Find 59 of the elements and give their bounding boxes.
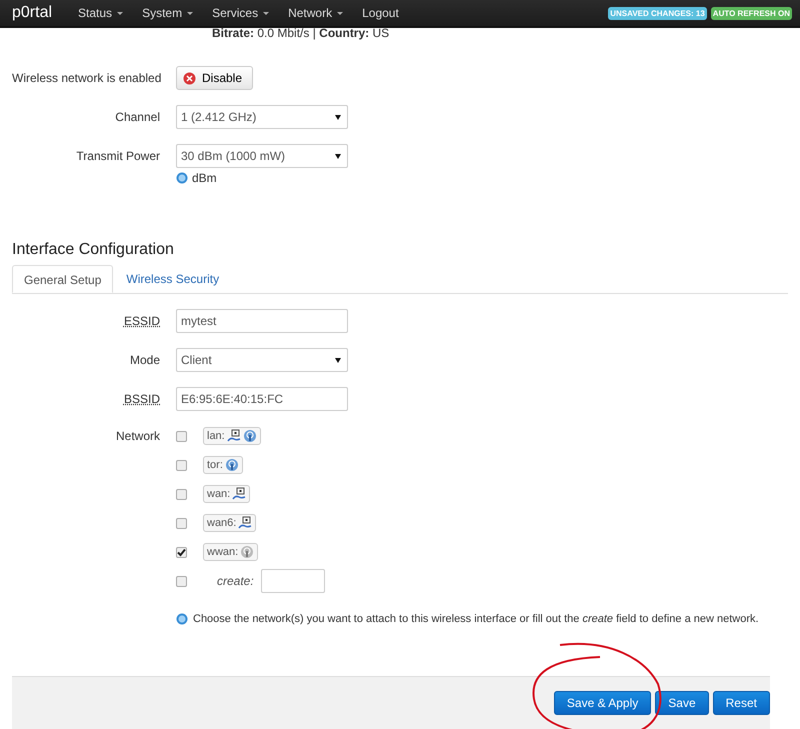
network-tag: lan: (203, 427, 261, 445)
stop-icon (183, 72, 196, 84)
create-field[interactable] (260, 569, 325, 593)
computer-icon (232, 487, 246, 501)
network-tag: tor: (203, 456, 243, 474)
help-icon (176, 172, 188, 184)
field-label: Transmit Power (75, 149, 160, 163)
dropdown-icon (335, 154, 341, 158)
checkbox[interactable] (176, 576, 187, 586)
section-title: Interface Configuration (12, 241, 175, 259)
dropdown-icon (335, 358, 341, 362)
computer-icon (226, 429, 241, 443)
nav-menu[interactable]: Services (212, 6, 270, 20)
hint-text: dBm (192, 171, 217, 185)
create-label: create: (217, 574, 254, 588)
brand-logo[interactable]: p0rtal (12, 4, 52, 22)
help-icon (176, 613, 188, 625)
help-text: Choose the network(s) you want to attach to this wireless interface or fill out the create field to define a new network. (193, 613, 759, 625)
antenna-icon (242, 429, 257, 443)
mode-select[interactable]: Client (176, 348, 348, 372)
status-line: Bitrate: 0.0 Mbit/s | Country: US (211, 28, 390, 38)
network-tag: wan6: (203, 514, 256, 532)
network-tag: wan: (203, 485, 250, 503)
channel-select[interactable]: 1 (2.412 GHz) (176, 105, 348, 129)
checkbox[interactable] (176, 460, 187, 470)
nav-menu[interactable]: Logout (362, 6, 399, 20)
caret-icon (337, 12, 344, 14)
checkbox[interactable] (176, 488, 187, 500)
field-label: BSSID (122, 392, 160, 406)
dropdown-icon (335, 114, 341, 120)
nav-menu[interactable]: System (142, 6, 194, 20)
computer-icon (238, 516, 252, 530)
caret-icon (263, 12, 270, 14)
checkbox[interactable] (176, 518, 187, 528)
action-button[interactable]: Save & Apply (554, 691, 652, 715)
field-label: Wireless network is enabled (12, 71, 160, 85)
nav-menu[interactable]: Status (78, 6, 124, 20)
checkbox[interactable] (176, 546, 187, 558)
nav-menu[interactable]: Network (288, 6, 344, 20)
field-label: ESSID (122, 314, 160, 328)
status-badge: UNSAVED CHANGES: 13 (608, 6, 707, 20)
field-label: Network (114, 429, 160, 443)
disable-button[interactable]: Disable (176, 66, 254, 90)
field-label: Mode (128, 353, 160, 367)
status-badge: AUTO REFRESH ON (710, 6, 792, 20)
checkbox[interactable] (176, 430, 187, 442)
caret-icon (117, 12, 124, 14)
text-field[interactable]: mytest (176, 309, 348, 333)
power-select[interactable]: 30 dBm (1000 mW) (176, 144, 348, 168)
text-field[interactable]: E6:95:6E:40:15:FC (176, 387, 348, 411)
tab[interactable]: General Setup (12, 265, 114, 293)
tab[interactable]: Wireless Security (115, 265, 230, 293)
action-button[interactable]: Save (655, 691, 709, 715)
network-tag: wwan: (203, 543, 258, 561)
field-label: Channel (114, 110, 160, 124)
antenna-icon (240, 545, 254, 559)
action-button[interactable]: Reset (712, 691, 770, 715)
caret-icon (187, 12, 194, 14)
antenna-icon (224, 458, 239, 472)
